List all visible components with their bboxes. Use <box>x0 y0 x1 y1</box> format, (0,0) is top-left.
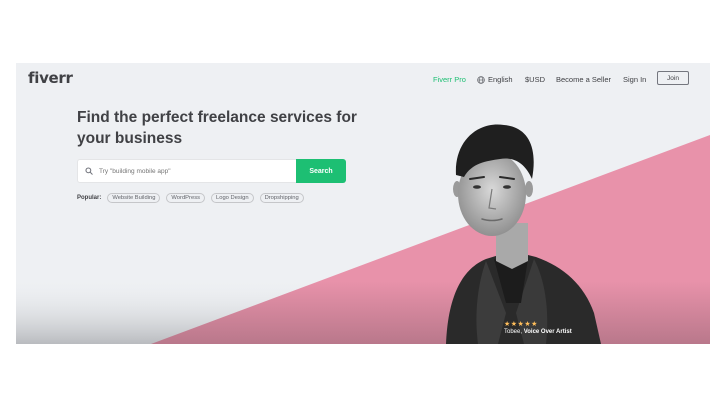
popular-label: Popular: <box>77 195 102 201</box>
nav-fiverr-pro-link[interactable]: Fiverr Pro <box>433 75 466 84</box>
seller-caption: ★★★★★ Tobee, Voice Over Artist <box>504 320 572 335</box>
globe-icon <box>477 75 485 84</box>
rating-stars: ★★★★★ <box>504 321 538 328</box>
hero-background <box>16 124 710 344</box>
popular-tag-website-building[interactable]: Website Building <box>107 193 161 203</box>
popular-tags: Popular: Website Building WordPress Logo… <box>77 193 304 203</box>
popular-tag-dropshipping[interactable]: Dropshipping <box>259 193 304 203</box>
search-input[interactable] <box>99 167 269 175</box>
hero-section: fiverr Fiverr Pro English $USD Become a … <box>16 63 710 344</box>
nav-currency-selector[interactable]: $USD <box>525 75 545 84</box>
search-field-container[interactable] <box>77 159 296 183</box>
fiverr-logo[interactable]: fiverr <box>28 69 73 87</box>
join-button[interactable]: Join <box>657 71 689 85</box>
search-icon <box>85 167 93 175</box>
seller-caption-text: Tobee, Voice Over Artist <box>504 329 572 335</box>
nav-become-seller-link[interactable]: Become a Seller <box>556 75 611 84</box>
popular-tag-logo-design[interactable]: Logo Design <box>211 193 254 203</box>
nav-language-label: English <box>488 75 513 84</box>
popular-tag-wordpress[interactable]: WordPress <box>166 193 205 203</box>
seller-name: Tobee, <box>504 329 523 335</box>
nav-sign-in-link[interactable]: Sign In <box>623 75 646 84</box>
nav-language-selector[interactable]: English <box>477 75 513 84</box>
search-bar: Search <box>77 159 346 183</box>
seller-role: Voice Over Artist <box>523 329 572 335</box>
hero-headline: Find the perfect freelance services for … <box>77 109 357 147</box>
search-button[interactable]: Search <box>296 159 346 183</box>
